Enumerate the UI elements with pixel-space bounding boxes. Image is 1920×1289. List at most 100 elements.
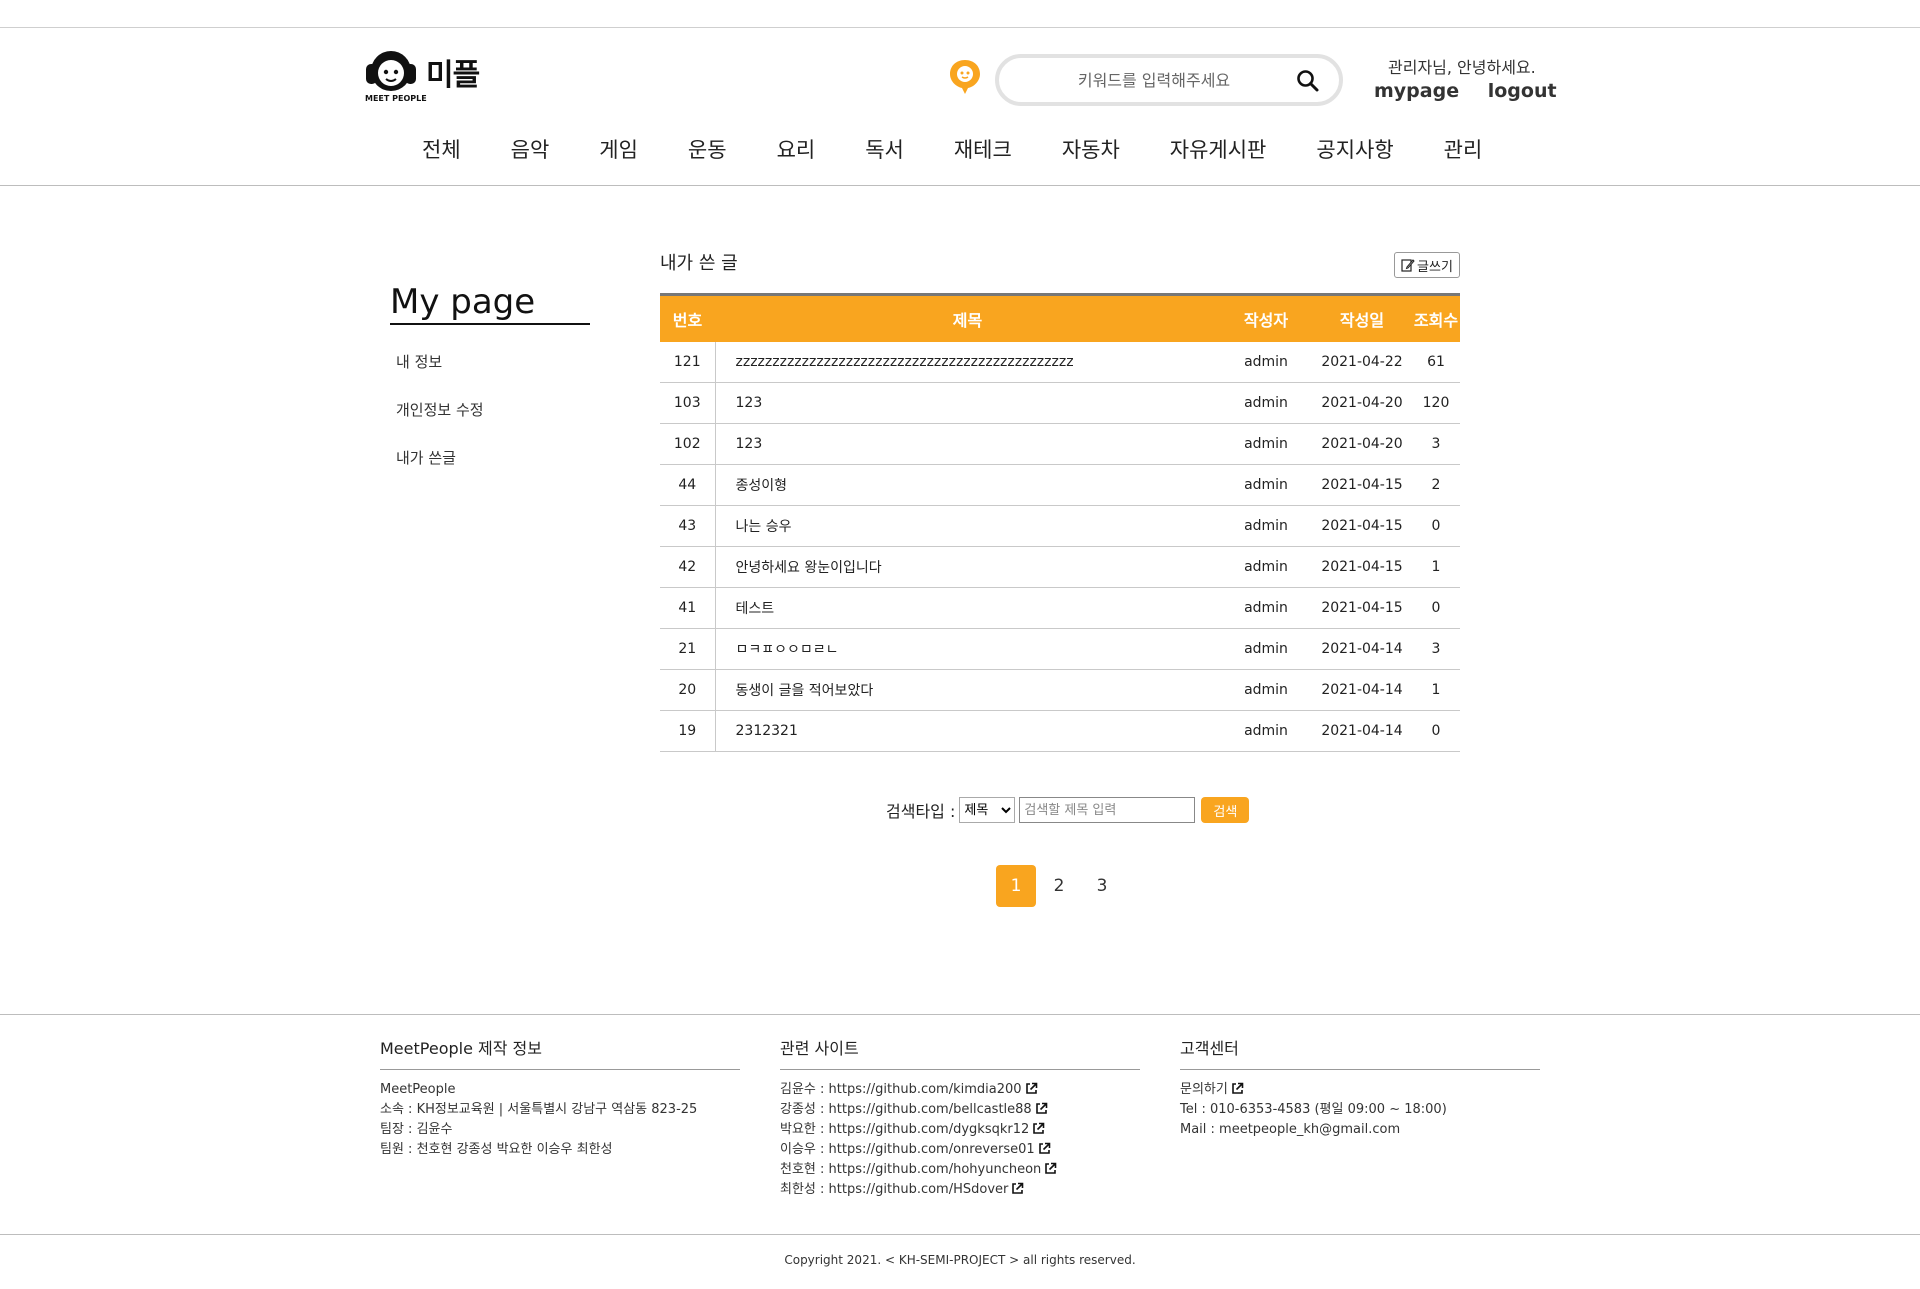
footer-info-line: 소속 : KH정보교육원 | 서울특별시 강남구 역삼동 823-25 [380, 1102, 698, 1117]
post-number: 42 [660, 546, 716, 588]
table-row[interactable]: 103 123 admin 2021-04-20 120 [660, 382, 1460, 424]
table-row[interactable]: 41 테스트 admin 2021-04-15 0 [660, 587, 1460, 629]
external-link-icon [1038, 1142, 1051, 1154]
table-row[interactable]: 102 123 admin 2021-04-20 3 [660, 423, 1460, 465]
sidebar-title: My page [390, 282, 536, 322]
post-title[interactable]: 나는 승우 [715, 505, 1220, 547]
post-title[interactable]: 테스트 [715, 587, 1220, 629]
github-link-line: 김윤수 : https://github.com/kimdia200 [780, 1080, 1140, 1100]
table-row[interactable]: 43 나는 승우 admin 2021-04-15 0 [660, 505, 1460, 547]
nav-item[interactable]: 전체 [422, 134, 461, 164]
sidebar-item-edit-profile[interactable]: 개인정보 수정 [396, 399, 484, 420]
column-header-date: 작성일 [1312, 293, 1412, 342]
post-number: 41 [660, 587, 716, 629]
column-header-views: 조회수 [1412, 293, 1460, 342]
post-number: 43 [660, 505, 716, 547]
nav-item[interactable]: 관리 [1444, 134, 1483, 164]
post-title[interactable]: ㅁㅋㅍㅇㅇㅁㄹㄴ [715, 628, 1220, 670]
chat-bot-icon[interactable] [948, 58, 982, 96]
post-views: 3 [1412, 423, 1460, 465]
github-link[interactable]: https://github.com/hohyuncheon [829, 1162, 1042, 1177]
nav-item[interactable]: 음악 [511, 134, 550, 164]
page-link[interactable]: 3 [1082, 865, 1122, 907]
keyword-search-input[interactable] [1019, 67, 1289, 93]
post-title[interactable]: 동생이 글을 적어보았다 [715, 669, 1220, 711]
post-date: 2021-04-15 [1312, 546, 1412, 588]
post-number: 103 [660, 382, 716, 424]
github-link[interactable]: https://github.com/dygksqkr12 [829, 1122, 1030, 1137]
nav-item[interactable]: 공지사항 [1316, 134, 1393, 164]
contact-link-label: 문의하기 [1180, 1082, 1228, 1097]
nav-item[interactable]: 자유게시판 [1170, 134, 1267, 164]
table-row[interactable]: 19 2312321 admin 2021-04-14 0 [660, 710, 1460, 752]
support-tel: Tel : 010-6353-4583 (평일 09:00 ~ 18:00) [1180, 1102, 1447, 1117]
post-date: 2021-04-20 [1312, 423, 1412, 465]
sidebar-item-my-info[interactable]: 내 정보 [396, 351, 442, 372]
github-link[interactable]: https://github.com/kimdia200 [829, 1082, 1022, 1097]
github-link-line: 천호현 : https://github.com/hohyuncheon [780, 1160, 1140, 1180]
contact-link[interactable]: 문의하기 [1180, 1080, 1540, 1100]
post-date: 2021-04-14 [1312, 669, 1412, 711]
column-header-author: 작성자 [1220, 293, 1312, 342]
search-type-label: 검색타입 : [886, 802, 956, 821]
column-header-no: 번호 [660, 293, 715, 342]
table-row[interactable]: 44 종성이형 admin 2021-04-15 2 [660, 464, 1460, 506]
edit-icon [1401, 259, 1415, 272]
table-row[interactable]: 21 ㅁㅋㅍㅇㅇㅁㄹㄴ admin 2021-04-14 3 [660, 628, 1460, 670]
post-title[interactable]: 123 [715, 423, 1220, 465]
post-date: 2021-04-14 [1312, 710, 1412, 752]
board-search-button[interactable]: 검색 [1201, 797, 1250, 823]
page-link[interactable]: 2 [1039, 865, 1079, 907]
post-views: 61 [1412, 341, 1460, 383]
post-title[interactable]: 123 [715, 382, 1220, 424]
post-views: 2 [1412, 464, 1460, 506]
github-link[interactable]: https://github.com/HSdover [829, 1182, 1009, 1197]
post-date: 2021-04-14 [1312, 628, 1412, 670]
mypage-link[interactable]: mypage [1374, 80, 1459, 102]
search-icon[interactable] [1295, 68, 1321, 94]
post-number: 44 [660, 464, 716, 506]
bottom-divider [0, 1234, 1920, 1235]
external-link-icon [1035, 1102, 1048, 1114]
nav-item[interactable]: 요리 [777, 134, 816, 164]
github-link-line: 박요한 : https://github.com/dygksqkr12 [780, 1120, 1140, 1140]
post-title[interactable]: 안녕하세요 왕눈이입니다 [715, 546, 1220, 588]
site-logo[interactable]: 미플 MEET PEOPLE [360, 46, 490, 104]
page-link[interactable]: 1 [996, 865, 1036, 907]
copyright: Copyright 2021. < KH-SEMI-PROJECT > all … [784, 1253, 1136, 1267]
github-link[interactable]: https://github.com/bellcastle88 [829, 1102, 1032, 1117]
external-link-icon [1045, 1162, 1057, 1174]
board-search-input[interactable] [1019, 797, 1196, 823]
post-author: admin [1220, 423, 1312, 465]
github-link[interactable]: https://github.com/onreverse01 [829, 1142, 1035, 1157]
section-title: 내가 쓴 글 [660, 253, 738, 274]
table-row[interactable]: 121 zzzzzzzzzzzzzzzzzzzzzzzzzzzzzzzzzzzzz… [660, 341, 1460, 383]
search-type-select[interactable]: 제목 [959, 797, 1016, 823]
table-row[interactable]: 20 동생이 글을 적어보았다 admin 2021-04-14 1 [660, 669, 1460, 711]
member-name: 이승우 : [780, 1142, 829, 1157]
member-name: 최한성 : [780, 1182, 829, 1197]
sidebar-item-my-posts[interactable]: 내가 쓴글 [396, 447, 456, 468]
footer-sites-heading: 관련 사이트 [780, 1035, 1140, 1070]
github-link-line: 이승우 : https://github.com/onreverse01 [780, 1140, 1140, 1160]
write-post-button[interactable]: 글쓰기 [1394, 252, 1460, 278]
nav-item[interactable]: 독서 [865, 134, 904, 164]
logo-subtext: MEET PEOPLE [365, 94, 427, 103]
post-date: 2021-04-22 [1312, 341, 1412, 383]
table-row[interactable]: 42 안녕하세요 왕눈이입니다 admin 2021-04-15 1 [660, 546, 1460, 588]
logout-link[interactable]: logout [1488, 80, 1557, 102]
external-link-icon [1232, 1082, 1244, 1094]
post-number: 102 [660, 423, 716, 465]
nav-item[interactable]: 게임 [599, 134, 638, 164]
post-title[interactable]: 종성이형 [715, 464, 1220, 506]
post-views: 1 [1412, 669, 1460, 711]
logo-text: 미플 [426, 58, 480, 93]
post-title[interactable]: 2312321 [715, 710, 1220, 752]
nav-item[interactable]: 재테크 [954, 134, 1012, 164]
nav-item[interactable]: 운동 [688, 134, 727, 164]
site-footer: MeetPeople 제작 정보 MeetPeople 소속 : KH정보교육원… [0, 1014, 1920, 1234]
nav-item[interactable]: 자동차 [1062, 134, 1120, 164]
site-header: 미플 MEET PEOPLE 관리자님, 안녕하세요. mypage logou… [0, 28, 1920, 186]
post-number: 121 [660, 341, 716, 383]
post-title[interactable]: zzzzzzzzzzzzzzzzzzzzzzzzzzzzzzzzzzzzzzzz… [715, 341, 1220, 383]
